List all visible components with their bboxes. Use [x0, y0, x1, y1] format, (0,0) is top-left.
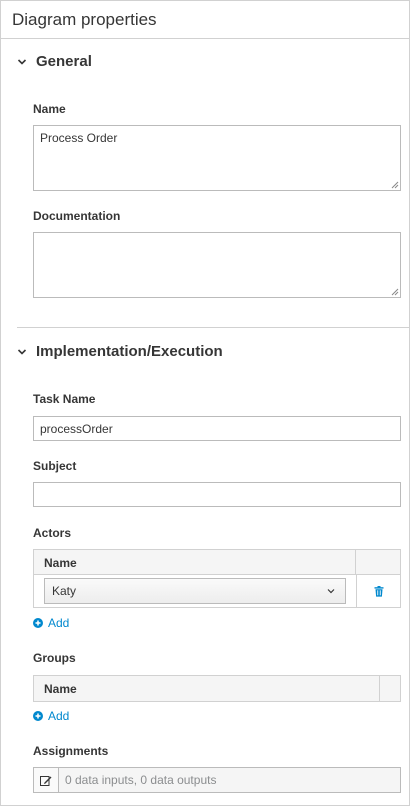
actor-select-value: Katy — [52, 584, 77, 598]
groups-column-name: Name — [34, 676, 380, 701]
resize-grip-icon — [391, 181, 399, 189]
table-row: Katy — [34, 575, 400, 607]
documentation-label: Documentation — [33, 209, 121, 223]
plus-circle-icon — [33, 711, 43, 721]
actor-cell: Katy — [34, 575, 357, 607]
edit-assignments-button[interactable] — [34, 768, 59, 792]
section-general-label: General — [36, 53, 92, 70]
subject-input[interactable] — [33, 482, 401, 507]
groups-table-header: Name — [34, 676, 400, 701]
plus-circle-icon — [33, 618, 43, 628]
name-label: Name — [33, 102, 66, 116]
add-actor-label: Add — [48, 616, 70, 630]
groups-label: Groups — [33, 651, 76, 665]
add-group-button[interactable]: Add — [33, 709, 69, 723]
trash-icon — [374, 585, 383, 597]
assignments-value: 0 data inputs, 0 data outputs — [65, 773, 217, 787]
groups-table: Name — [33, 675, 401, 702]
resize-grip-icon — [391, 288, 399, 296]
section-implementation-toggle[interactable]: Implementation/Execution — [17, 343, 223, 360]
actors-table-header: Name — [34, 550, 400, 575]
assignments-field: 0 data inputs, 0 data outputs — [33, 767, 401, 793]
edit-icon — [40, 775, 52, 786]
properties-panel: Diagram properties General Name Process … — [0, 0, 410, 806]
panel-title: Diagram properties — [12, 10, 157, 29]
assignments-label: Assignments — [33, 744, 109, 758]
actors-label: Actors — [33, 526, 72, 540]
task-name-input[interactable]: processOrder — [33, 416, 401, 441]
task-name-value: processOrder — [40, 422, 113, 436]
documentation-field[interactable] — [33, 232, 401, 298]
task-name-label: Task Name — [33, 392, 96, 406]
groups-column-actions — [380, 676, 400, 701]
divider — [1, 38, 409, 39]
subject-label: Subject — [33, 459, 77, 473]
actors-column-name: Name — [34, 550, 356, 574]
actor-select[interactable]: Katy — [44, 578, 346, 604]
section-general-toggle[interactable]: General — [17, 53, 92, 70]
name-field[interactable]: Process Order — [33, 125, 401, 191]
chevron-down-icon — [17, 58, 27, 65]
actors-column-actions — [356, 550, 400, 574]
actors-table: Name Katy — [33, 549, 401, 608]
name-field-value: Process Order — [40, 131, 118, 145]
chevron-down-icon — [327, 589, 335, 594]
actor-delete-button[interactable] — [357, 585, 400, 597]
divider — [17, 327, 409, 328]
add-actor-button[interactable]: Add — [33, 616, 69, 630]
add-group-label: Add — [48, 709, 70, 723]
section-implementation-label: Implementation/Execution — [36, 343, 223, 360]
chevron-down-icon — [17, 348, 27, 355]
